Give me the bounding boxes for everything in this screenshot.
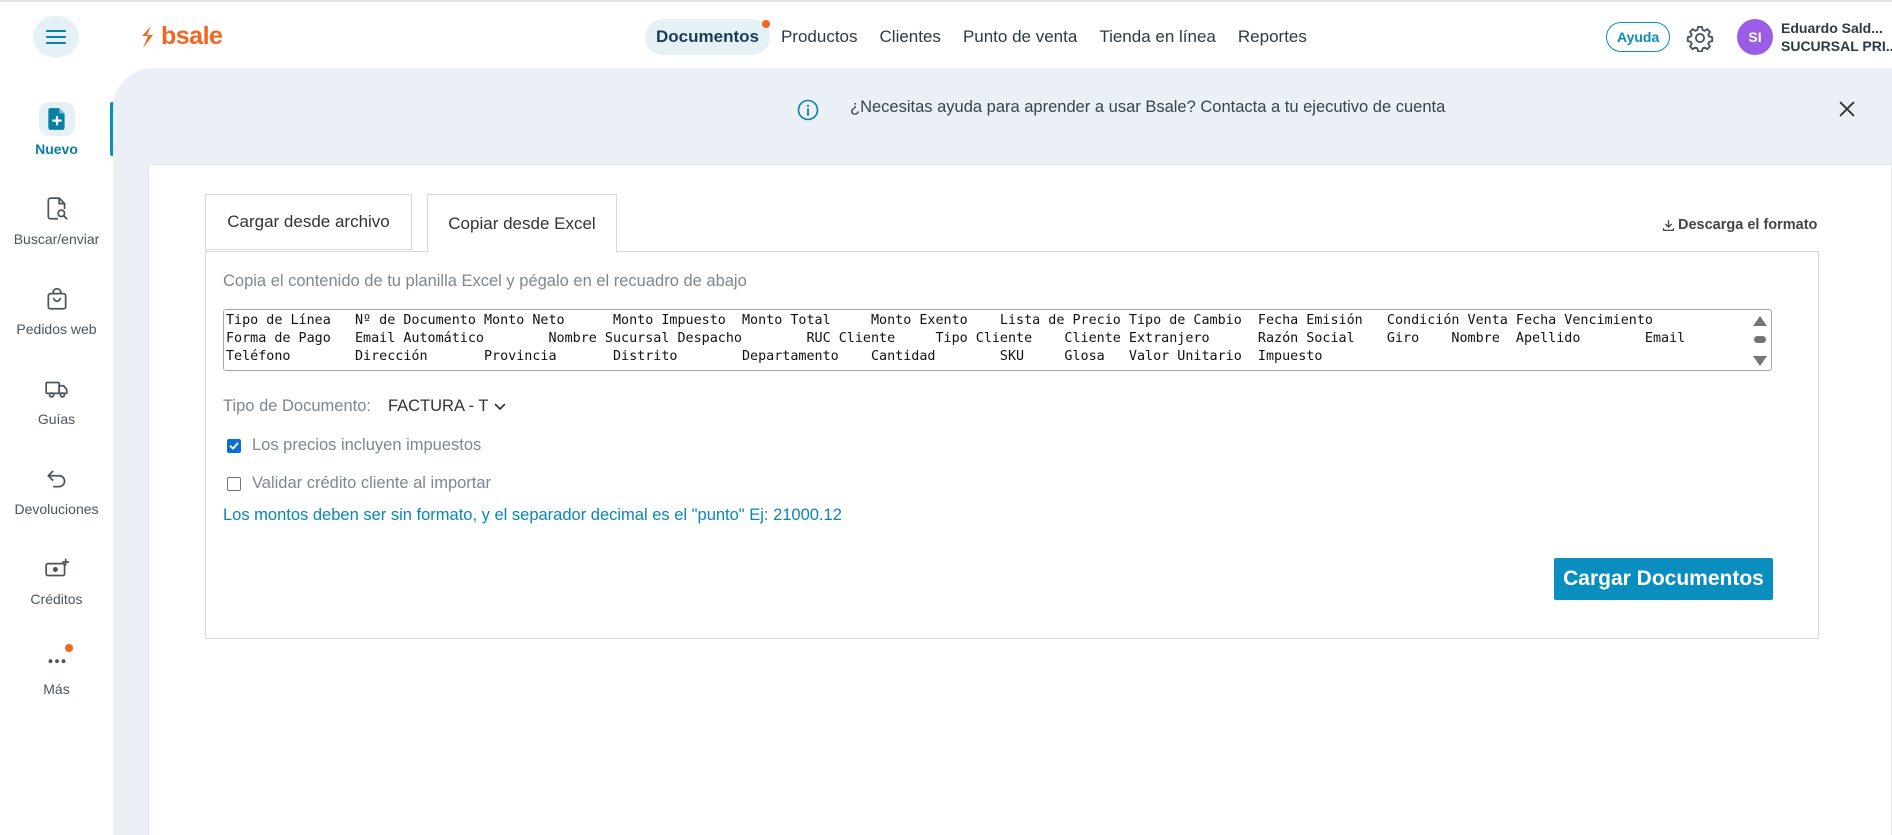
validate-credit-row: Validar crédito cliente al importar (227, 474, 491, 493)
sidebar-item-nuevo[interactable]: Nuevo (0, 102, 113, 157)
cargar-documentos-button[interactable]: Cargar Documentos (1554, 558, 1773, 600)
user-branch: SUCURSAL PRI... (1781, 38, 1892, 54)
sidebar-item-label: Devoluciones (14, 501, 99, 517)
sidebar-item-label: Buscar/enviar (13, 231, 100, 247)
sidebar-item-label: Más (43, 681, 70, 697)
scroll-down-icon[interactable] (1753, 356, 1767, 366)
notification-dot (64, 644, 73, 652)
sidebar-item-buscar-enviar[interactable]: Buscar/enviar (0, 192, 113, 247)
sidebar-item-label: Guías (37, 411, 76, 427)
user-info[interactable]: Eduardo Sald... SUCURSAL PRI... (1781, 19, 1892, 55)
nav-label: Documentos (656, 27, 759, 46)
download-icon (1662, 219, 1675, 231)
document-type-label: Tipo de Documento: (223, 397, 371, 415)
document-type-select[interactable]: FACTURA - T (388, 397, 506, 416)
download-label: Descarga el formato (1678, 217, 1818, 233)
nav-label: Tienda en línea (1099, 27, 1216, 46)
document-type-value: FACTURA - T (387, 397, 489, 415)
prices-include-taxes-label: Los precios incluyen impuestos (252, 436, 482, 454)
notification-dot (761, 20, 770, 28)
sidebar-item-guias[interactable]: Guías (0, 372, 113, 427)
document-type-row: Tipo de Documento: FACTURA - T (223, 397, 506, 416)
sidebar-item-label: Créditos (30, 591, 83, 607)
hamburger-icon (46, 30, 66, 44)
nav-productos[interactable]: Productos (770, 19, 869, 55)
close-icon[interactable] (1836, 98, 1858, 120)
file-search-icon (39, 192, 75, 226)
banner-text: ¿Necesitas ayuda para aprender a usar Bs… (850, 98, 1446, 116)
file-plus-icon (38, 102, 75, 136)
textarea-line: Forma de Pago Email Automático Nombre Su… (226, 331, 1686, 346)
sidebar-item-devoluciones[interactable]: Devoluciones (0, 462, 113, 517)
shopping-bag-icon (39, 282, 75, 316)
hamburger-menu-button[interactable] (33, 16, 79, 58)
validate-credit-label: Validar crédito cliente al importar (252, 474, 492, 492)
nav-clientes[interactable]: Clientes (869, 19, 952, 55)
nav-tienda-en-linea[interactable]: Tienda en línea (1088, 19, 1227, 55)
nav-label: Reportes (1237, 27, 1307, 46)
help-banner: ¿Necesitas ayuda para aprender a usar Bs… (113, 68, 1892, 150)
cash-plus-icon (39, 552, 75, 586)
nav-label: Clientes (879, 27, 941, 46)
paste-hint: Copia el contenido de tu planilla Excel … (223, 272, 747, 290)
prices-include-taxes-checkbox[interactable] (227, 438, 241, 453)
more-dots-icon (39, 642, 75, 676)
sidebar-item-pedidos-web[interactable]: Pedidos web (0, 282, 113, 337)
prices-include-taxes-row: Los precios incluyen impuestos (227, 436, 481, 455)
chevron-down-icon (494, 403, 505, 410)
nav-documentos[interactable]: Documentos (645, 19, 770, 55)
amount-format-note: Los montos deben ser sin formato, y el s… (223, 506, 842, 524)
tab-copiar-desde-excel[interactable]: Copiar desde Excel (427, 194, 617, 253)
sidebar-item-label: Pedidos web (16, 321, 97, 337)
help-button[interactable]: Ayuda (1606, 22, 1671, 52)
sidebar-item-creditos[interactable]: Créditos (0, 552, 113, 607)
scroll-up-icon[interactable] (1753, 316, 1767, 326)
user-name: Eduardo Sald... (1781, 20, 1883, 36)
download-format-link[interactable]: Descarga el formato (1662, 217, 1817, 233)
tab-cargar-desde-archivo[interactable]: Cargar desde archivo (205, 194, 412, 250)
textarea-scrollbar[interactable] (1751, 314, 1769, 368)
avatar[interactable]: SI (1737, 19, 1773, 55)
nav-label: Productos (780, 27, 858, 46)
excel-paste-textarea[interactable]: Tipo de Línea Nº de Documento Monto Neto… (223, 309, 1772, 371)
main-nav: Documentos Productos Clientes Punto de v… (645, 19, 1318, 55)
scroll-thumb[interactable] (1754, 336, 1766, 343)
nav-punto-de-venta[interactable]: Punto de venta (952, 19, 1088, 55)
sidebar: Nuevo Buscar/enviar Pedidos web Guías De… (0, 70, 114, 835)
textarea-line: Teléfono Dirección Provincia Distrito De… (226, 349, 1323, 364)
textarea-line: Tipo de Línea Nº de Documento Monto Neto… (226, 313, 1653, 328)
gear-icon[interactable] (1686, 24, 1714, 52)
sidebar-item-label: Nuevo (35, 141, 78, 157)
truck-icon (39, 372, 75, 406)
nav-reportes[interactable]: Reportes (1227, 19, 1318, 55)
brand-name: bsale (161, 22, 223, 50)
sidebar-item-mas[interactable]: Más (0, 642, 113, 697)
top-bar: bsale Documentos Productos Clientes Punt… (0, 0, 1892, 70)
bsale-logo-icon (142, 25, 153, 48)
validate-credit-checkbox[interactable] (227, 476, 241, 491)
textarea-content: Tipo de Línea Nº de Documento Monto Neto… (226, 312, 1746, 366)
nav-label: Punto de venta (962, 27, 1078, 46)
info-icon (797, 99, 819, 121)
brand-logo[interactable]: bsale (137, 22, 223, 51)
return-arrow-icon (39, 462, 75, 496)
check-icon (229, 442, 239, 449)
